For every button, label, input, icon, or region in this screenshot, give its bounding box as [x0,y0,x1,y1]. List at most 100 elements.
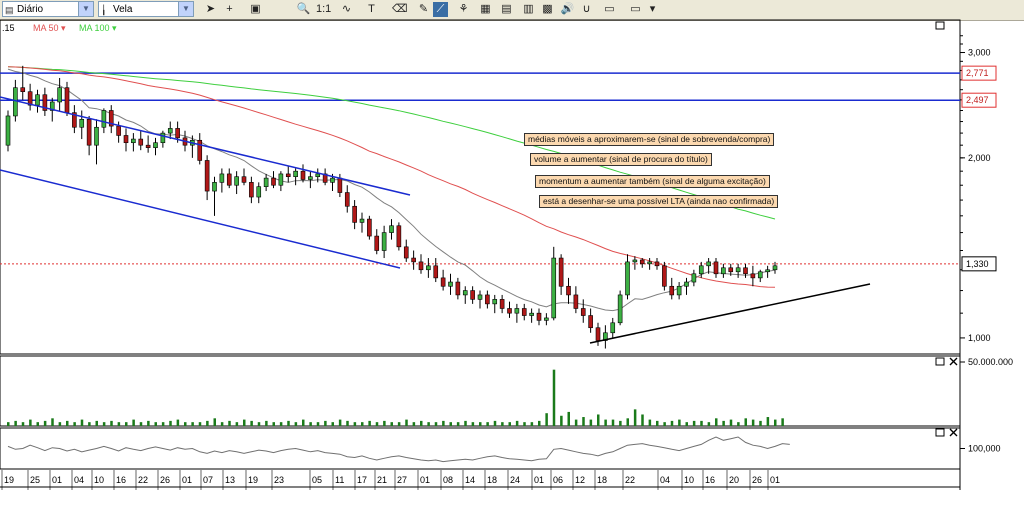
candle [145,144,151,148]
candle [381,232,387,251]
candle [403,246,409,259]
time-tick-label: 10 [94,475,104,485]
time-tick-label: 01 [420,475,430,485]
volume-bar [523,422,526,426]
candle [226,173,232,186]
candle [79,118,85,128]
volume-bar [43,420,47,426]
time-tick-label: 26 [160,475,170,485]
candle [492,299,498,305]
candle [455,281,461,296]
volume-bar [80,419,84,426]
volume-bar [412,422,416,426]
time-tick-label: 23 [274,475,284,485]
volume-bar [700,420,703,426]
volume-bar [51,418,54,426]
time-tick-label: 22 [138,475,148,485]
volume-bar [117,422,121,426]
candle [367,218,372,237]
candle [212,182,217,192]
candle [263,177,269,187]
volume-bar [656,420,659,426]
price-tick-label: 2,000 [968,153,991,163]
volume-bar [7,422,10,426]
momentum-line [7,436,790,463]
volume-bar [176,419,180,426]
candle [507,308,512,314]
volume-bar [633,409,637,426]
volume-bar [36,422,39,426]
volume-bar [405,419,408,426]
chart-area[interactable]: 3,000 2,000 1,000 2,771 2,497 1,330 50.000.000… [0,0,1024,512]
candle [138,138,144,146]
volume-bar [368,420,371,426]
volume-bar [198,422,202,426]
volume-bar [316,422,320,426]
volume-bar [265,420,268,426]
candle [625,261,630,296]
candle [418,261,424,271]
candle [175,128,180,139]
volume-bar [169,420,172,426]
candle [219,173,225,183]
candle [167,128,173,134]
volume-bar [678,419,681,426]
volume-bar [456,422,460,426]
volume-bar [501,422,504,426]
volume-bar [648,419,652,426]
volume-bar [279,422,283,426]
volume-bar [560,415,563,426]
time-tick-label: 11 [335,475,344,485]
candle [765,269,770,273]
candle [5,115,11,146]
price-tick-label: 3,000 [968,48,991,58]
candle [278,173,284,186]
volume-bar [604,419,607,426]
time-tick-label: 06 [553,475,563,485]
candle [772,265,778,271]
time-tick-label: 26 [752,475,762,485]
candle [544,317,549,321]
volume-bar [287,420,290,426]
volume-bar [338,419,342,426]
close-icon [949,357,958,366]
candle [662,265,667,287]
close-icon [949,428,958,437]
candle [330,177,335,183]
candle [669,285,675,296]
candle [359,218,365,223]
volume-bar [102,422,106,426]
volume-bar [302,419,305,426]
time-tick-label: 05 [312,475,322,485]
candle [35,94,40,106]
time-tick-label: 19 [4,475,14,485]
volume-bar [66,420,69,426]
candle [315,173,321,178]
candle [706,261,711,267]
volume-bar [766,417,770,426]
time-tick-label: 01 [534,475,544,485]
candle [573,294,579,309]
candle [462,290,468,296]
candle [499,299,505,309]
volume-tick-label: 50.000.000 [968,357,1013,367]
volume-bar [243,419,246,426]
time-tick-label: 04 [74,475,84,485]
candle [13,87,18,117]
volume-bar [147,420,150,426]
volume-bar [751,419,755,426]
candle [529,312,534,316]
candle [536,312,542,321]
candle [588,315,593,329]
volume-panel-frame [0,355,961,427]
volume-bar [574,419,578,426]
volume-bar [442,420,445,426]
volume-bar [331,422,334,426]
volume-bar [191,422,194,426]
volume-bar [759,420,762,426]
volume-bar [641,414,644,426]
candle [713,261,719,275]
time-tick-label: 27 [397,475,407,485]
candle [234,176,239,186]
candle [293,170,298,178]
